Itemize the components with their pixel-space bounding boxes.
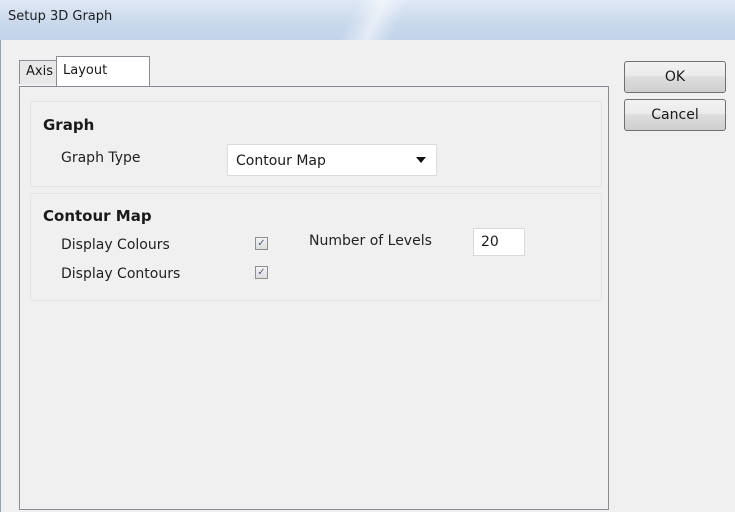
display-colours-checkbox[interactable]: ✓ xyxy=(255,237,268,250)
dropdown-arrow-icon[interactable] xyxy=(416,157,426,163)
graph-group: Graph Graph Type Contour Map xyxy=(30,101,602,187)
display-contours-checkbox[interactable]: ✓ xyxy=(255,266,268,279)
tab-layout[interactable]: Layout xyxy=(56,56,150,86)
tab-axis[interactable]: Axis xyxy=(19,60,59,84)
contour-map-group: Contour Map Display Colours ✓ Number of … xyxy=(30,193,602,301)
cancel-button[interactable]: Cancel xyxy=(624,99,726,131)
contour-map-group-title: Contour Map xyxy=(43,207,152,225)
graph-type-value: Contour Map xyxy=(236,153,326,169)
window-title: Setup 3D Graph xyxy=(8,9,113,24)
graph-type-select[interactable]: Contour Map xyxy=(227,144,437,176)
number-of-levels-label: Number of Levels xyxy=(309,233,432,249)
title-bar-glint xyxy=(270,0,470,40)
display-contours-label: Display Contours xyxy=(61,266,181,282)
dialog-body: Axis Layout Graph Graph Type Contour Map… xyxy=(0,40,735,512)
title-bar[interactable]: Setup 3D Graph xyxy=(0,0,735,40)
layout-tab-panel: Graph Graph Type Contour Map Contour Map… xyxy=(19,86,609,510)
display-colours-label: Display Colours xyxy=(61,237,170,253)
number-of-levels-input[interactable]: 20 xyxy=(473,228,525,256)
graph-type-label: Graph Type xyxy=(61,150,141,166)
graph-group-title: Graph xyxy=(43,116,95,134)
ok-button[interactable]: OK xyxy=(624,61,726,93)
